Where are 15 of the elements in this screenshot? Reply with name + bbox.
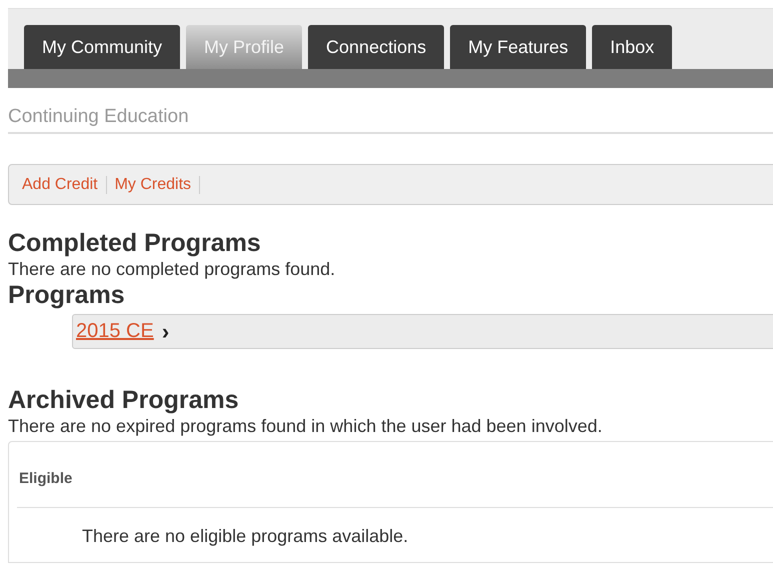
section-heading: Programs: [8, 280, 126, 310]
chevron-icon: ›: [162, 318, 170, 344]
tab[interactable]: Connections: [308, 25, 444, 69]
empty-message: There are no eligible programs available.: [81, 525, 410, 547]
page-title: Continuing Education: [8, 88, 773, 134]
empty-message: There are no expired programs found in which the user had been involved.: [8, 415, 604, 437]
toolbar-link[interactable]: Add Credit: [22, 176, 107, 194]
tab[interactable]: My Features: [450, 25, 586, 69]
toolbar-link[interactable]: My Credits: [114, 176, 200, 194]
section-heading: Completed Programs: [8, 228, 262, 258]
empty-message: There are no completed programs found.: [8, 258, 336, 280]
panel-heading: Eligible: [17, 442, 773, 508]
tab[interactable]: My Community: [24, 25, 180, 69]
tab[interactable]: Inbox: [592, 25, 672, 69]
section-heading: Archived Programs: [8, 385, 240, 415]
